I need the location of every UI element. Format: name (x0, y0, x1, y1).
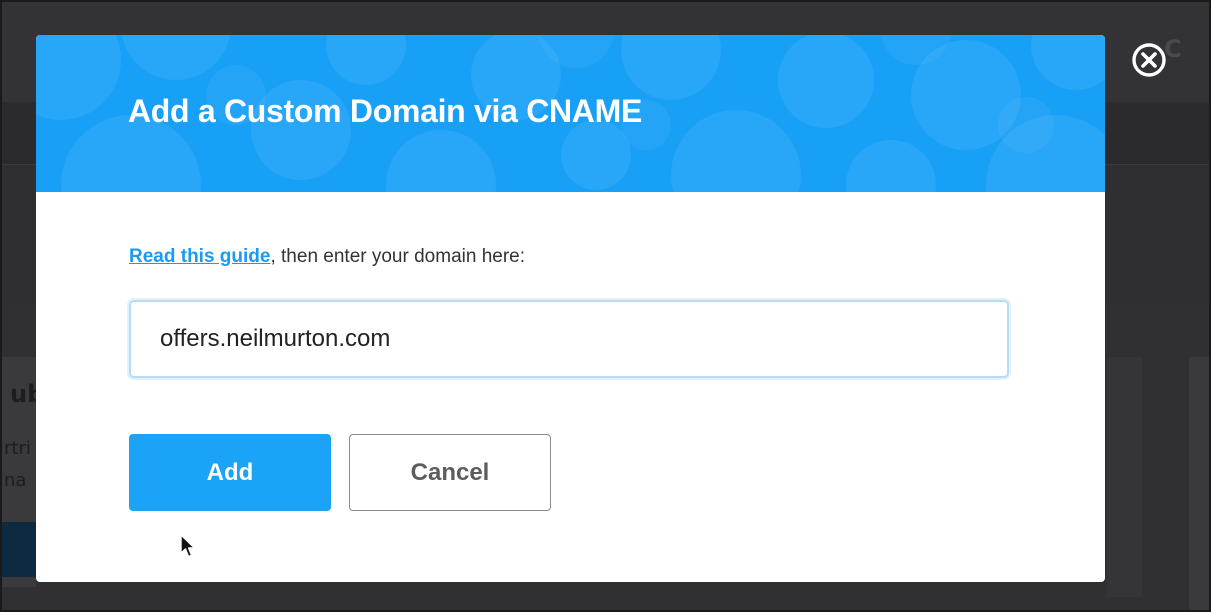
background-card-text: rtri (4, 438, 31, 459)
screen: ub rtri na C Add a Custom Domain via CNA… (0, 0, 1211, 612)
read-guide-link[interactable]: Read this guide (129, 246, 270, 267)
modal-header: Add a Custom Domain via CNAME (36, 35, 1105, 192)
modal-title: Add a Custom Domain via CNAME (128, 93, 643, 129)
mouse-pointer-icon (180, 534, 196, 558)
close-icon[interactable] (1131, 42, 1167, 78)
instruction-text: Read this guide, then enter your domain … (129, 246, 525, 268)
cancel-button[interactable]: Cancel (349, 434, 551, 511)
background-card-right (1189, 357, 1209, 610)
instruction-suffix: , then enter your domain here: (270, 246, 526, 267)
background-card-text: na (4, 470, 27, 491)
background-card-middle (1107, 357, 1142, 597)
custom-domain-modal: Add a Custom Domain via CNAME Read this … (36, 35, 1105, 582)
domain-input[interactable] (129, 300, 1009, 378)
background-card-button (2, 522, 36, 577)
add-button[interactable]: Add (129, 434, 331, 511)
